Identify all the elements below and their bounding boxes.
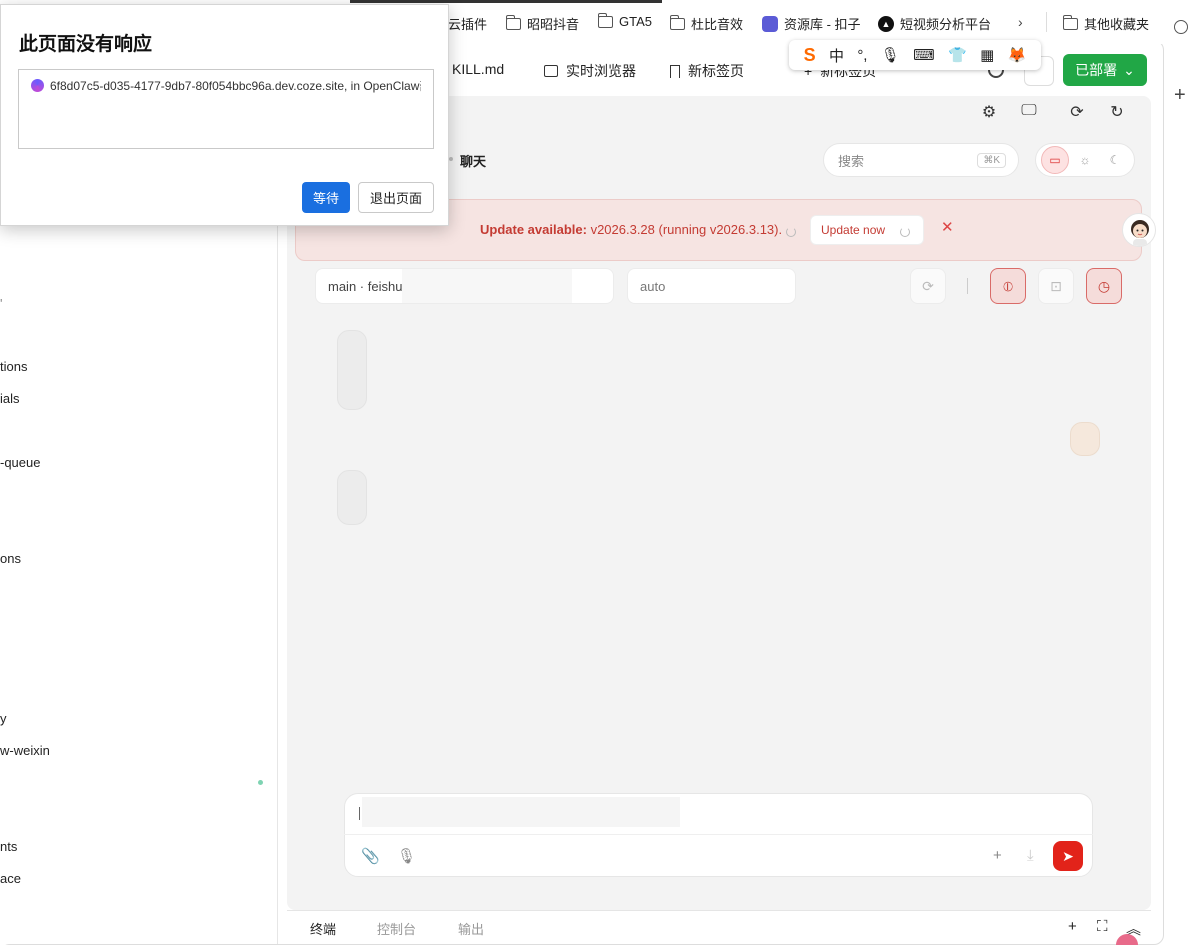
- folder-icon: [1062, 14, 1078, 30]
- page-title: 聊天: [460, 154, 487, 169]
- tab-skill-file[interactable]: KILL.md: [452, 61, 504, 77]
- redacted-input-area: [362, 797, 680, 827]
- avatar[interactable]: [1122, 213, 1156, 247]
- tab-terminal[interactable]: 终端: [310, 919, 336, 938]
- bookmark-zhaozhao[interactable]: 昭昭抖音: [505, 14, 579, 33]
- text-caret: [359, 807, 360, 820]
- search-icon[interactable]: [1174, 20, 1188, 34]
- tab-output[interactable]: 输出: [458, 919, 484, 938]
- chevron-down-icon: ⌄: [1123, 61, 1135, 78]
- redacted-area: [402, 269, 572, 303]
- sidebar-item[interactable]: ials: [0, 391, 20, 406]
- wait-button[interactable]: 等待: [302, 182, 350, 213]
- skin-icon[interactable]: 👕: [948, 46, 967, 64]
- sidebar-item[interactable]: y: [0, 711, 7, 726]
- shortcut-badge: ⌘K: [977, 152, 1006, 168]
- paperclip-icon[interactable]: 📎: [361, 847, 380, 865]
- bookmark-dolby[interactable]: 杜比音效: [669, 14, 743, 33]
- reload-icon[interactable]: ↻: [1106, 102, 1128, 124]
- download-icon[interactable]: ⤓: [1027, 847, 1034, 864]
- bookmark-other[interactable]: 其他收藏夹: [1062, 14, 1149, 33]
- mascot-icon[interactable]: 🦊: [1008, 46, 1027, 64]
- browser-icon: [544, 65, 558, 77]
- tab-new-tab[interactable]: 新标签页: [670, 61, 744, 81]
- tab-live-browser[interactable]: 实时浏览器: [544, 61, 636, 81]
- folder-icon: [597, 12, 613, 28]
- bookmark-gta5[interactable]: GTA5: [597, 12, 652, 29]
- deploy-button[interactable]: 已部署 ⌄: [1063, 54, 1147, 86]
- microphone-icon[interactable]: 🎙: [397, 847, 416, 865]
- plus-icon[interactable]: +: [1068, 918, 1077, 935]
- triangle-logo-icon: ▲: [878, 15, 894, 32]
- screen-icon[interactable]: 🖵: [1018, 102, 1040, 124]
- monitor-theme-icon[interactable]: ▭: [1041, 146, 1069, 174]
- bookmark-coze[interactable]: 资源库 - 扣子: [762, 14, 861, 33]
- ime-toolbar: S 中 °, 🎙 ⌨ 👕 ▦ 🦊: [789, 40, 1041, 70]
- microphone-icon[interactable]: 🎙: [881, 46, 900, 64]
- page-unresponsive-dialog: 此页面没有响应 6f8d07c5-d035-4177-9db7-80f054bb…: [0, 4, 449, 226]
- theme-switch: ▭ ☼ ☾: [1035, 143, 1135, 177]
- refresh-icon[interactable]: ⟳: [1066, 102, 1088, 124]
- assistant-message-placeholder: [337, 330, 367, 410]
- spinner-icon: [786, 227, 796, 237]
- focus-icon[interactable]: ⊡: [1038, 268, 1074, 304]
- sidebar-item[interactable]: tions: [0, 359, 27, 374]
- exit-page-button[interactable]: 退出页面: [358, 182, 434, 213]
- refresh-session-icon[interactable]: ⟳: [910, 268, 946, 304]
- model-select[interactable]: auto: [627, 268, 796, 304]
- settings-icon[interactable]: ⚙: [978, 102, 1000, 124]
- status-dot: [258, 780, 263, 785]
- send-icon: ➤: [1062, 847, 1074, 864]
- sun-icon[interactable]: ☼: [1071, 146, 1099, 174]
- close-icon[interactable]: ✕: [941, 218, 954, 236]
- folder-icon: [669, 14, 685, 30]
- tab-strip-edge: [350, 0, 662, 3]
- coze-icon: [762, 15, 778, 32]
- composer-divider: [344, 834, 1093, 835]
- sidebar-item[interactable]: w-weixin: [0, 743, 50, 758]
- spinner-icon: [900, 227, 910, 237]
- bookmark-separator: [1046, 12, 1047, 32]
- dialog-page-entry: 6f8d07c5-d035-4177-9db7-80f054bbc96a.dev…: [31, 77, 421, 94]
- search-input[interactable]: 搜索 ⌘K: [823, 143, 1019, 177]
- ime-lang-toggle[interactable]: 中: [829, 45, 844, 66]
- keyboard-icon[interactable]: ⌨: [913, 46, 935, 64]
- app-icon: [31, 79, 44, 92]
- folder-icon: [505, 14, 521, 30]
- brain-toggle-icon[interactable]: ⦶: [990, 268, 1026, 304]
- bottom-panel-bar: [287, 910, 1151, 944]
- expand-icon[interactable]: ⛶: [1097, 918, 1108, 935]
- divider: [967, 278, 968, 294]
- clock-icon[interactable]: ◷: [1086, 268, 1122, 304]
- assistant-message-placeholder: [337, 470, 367, 525]
- dialog-title: 此页面没有响应: [19, 34, 153, 55]
- chevron-right-icon[interactable]: ›: [1018, 14, 1023, 30]
- breadcrumb-dot: [449, 157, 453, 161]
- plus-icon[interactable]: +: [1174, 84, 1186, 107]
- bookmark-video-analysis[interactable]: ▲ 短视频分析平台: [878, 14, 991, 33]
- plus-icon[interactable]: +: [993, 847, 1002, 864]
- sidebar-item[interactable]: ons: [0, 551, 21, 566]
- sidebar-tick: ': [0, 296, 3, 311]
- bookmark-icon: [670, 64, 680, 78]
- grid-icon[interactable]: ▦: [980, 46, 994, 64]
- tab-console[interactable]: 控制台: [377, 919, 416, 938]
- sogou-logo-icon[interactable]: S: [804, 45, 816, 66]
- bookmark-yunchajian[interactable]: 云插件: [448, 14, 487, 33]
- user-message-placeholder: [1070, 422, 1100, 456]
- send-button[interactable]: ➤: [1053, 841, 1083, 871]
- sidebar-item[interactable]: nts: [0, 839, 17, 854]
- sidebar-item[interactable]: ace: [0, 871, 21, 886]
- moon-icon[interactable]: ☾: [1101, 146, 1129, 174]
- punctuation-icon[interactable]: °,: [857, 47, 867, 64]
- sidebar-item[interactable]: -queue: [0, 455, 40, 470]
- update-banner-text: Update available: v2026.3.28 (running v2…: [480, 222, 783, 237]
